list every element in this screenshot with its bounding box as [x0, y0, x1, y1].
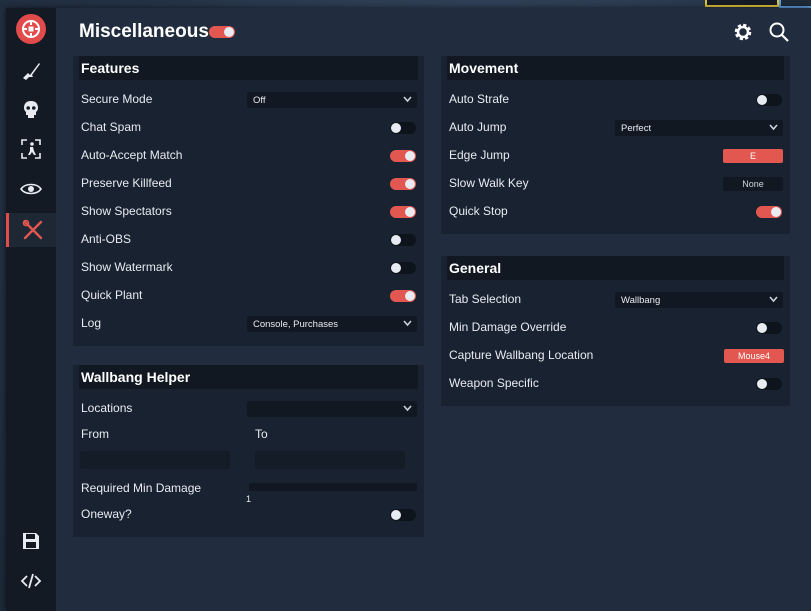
chat-spam-toggle[interactable] [390, 122, 416, 134]
edge-jump-row: Edge Jump E [449, 142, 783, 170]
to-label: To [255, 427, 268, 441]
anti-obs-toggle[interactable] [390, 234, 416, 246]
sidebar-item-legitbot[interactable] [6, 53, 56, 87]
capture-location-row: Capture Wallbang Location Mouse4 [449, 342, 784, 370]
save-icon [21, 531, 41, 551]
preserve-killfeed-toggle[interactable] [390, 178, 416, 190]
chevron-down-icon [403, 96, 412, 103]
capture-location-keybind[interactable]: Mouse4 [724, 349, 784, 363]
min-damage-override-row: Min Damage Override [449, 314, 782, 342]
general-panel: General Tab Selection Wallbang Min Damag… [441, 256, 790, 406]
from-to-row: From To [81, 421, 416, 449]
quick-plant-toggle[interactable] [390, 290, 416, 302]
sidebar-item-scripts[interactable] [6, 564, 56, 598]
from-label: From [81, 427, 109, 441]
gear-icon[interactable] [731, 20, 755, 44]
show-watermark-row: Show Watermark [81, 254, 416, 282]
tab-selection-row: Tab Selection Wallbang [449, 286, 783, 314]
chevron-down-icon [403, 405, 412, 412]
to-input[interactable] [255, 451, 405, 469]
log-select[interactable]: Console, Purchases [247, 316, 417, 332]
main-content: Miscellaneous Features Secure Mode Off C… [56, 8, 811, 611]
log-row: Log Console, Purchases [81, 310, 417, 338]
tab-selection-select[interactable]: Wallbang [615, 292, 783, 308]
oneway-row: Oneway? [81, 501, 416, 529]
slow-walk-keybind[interactable]: None [723, 177, 783, 191]
chevron-down-icon [403, 320, 412, 327]
auto-jump-select[interactable]: Perfect [615, 120, 783, 136]
chat-spam-row: Chat Spam [81, 114, 416, 142]
rifle-icon [20, 59, 42, 81]
auto-strafe-toggle[interactable] [756, 94, 782, 106]
skull-icon [21, 99, 41, 119]
panel-title: General [449, 260, 502, 276]
weapon-specific-toggle[interactable] [756, 378, 782, 390]
panel-title: Wallbang Helper [81, 369, 191, 385]
page-title: Miscellaneous [79, 21, 209, 42]
sidebar [6, 8, 56, 611]
auto-accept-toggle[interactable] [390, 150, 416, 162]
logo-icon [16, 14, 46, 44]
sidebar-item-misc[interactable] [6, 213, 56, 247]
secure-mode-select[interactable]: Off [247, 92, 417, 108]
auto-jump-row: Auto Jump Perfect [449, 114, 783, 142]
player-target-icon [20, 138, 42, 160]
sidebar-item-ragebot[interactable] [6, 92, 56, 126]
preserve-killfeed-row: Preserve Killfeed [81, 170, 416, 198]
menu-window: Miscellaneous Features Secure Mode Off C… [6, 8, 811, 611]
oneway-toggle[interactable] [390, 509, 416, 521]
panel-title: Movement [449, 60, 519, 76]
anti-obs-row: Anti-OBS [81, 226, 416, 254]
panel-title: Features [81, 60, 140, 76]
from-input[interactable] [80, 451, 230, 469]
quick-plant-row: Quick Plant [81, 282, 416, 310]
tools-icon [22, 219, 44, 241]
show-spectators-toggle[interactable] [390, 206, 416, 218]
sidebar-item-players[interactable] [6, 132, 56, 166]
auto-accept-row: Auto-Accept Match [81, 142, 416, 170]
locations-row: Locations [81, 395, 417, 423]
min-damage-row: Required Min Damage 1 [81, 475, 417, 504]
chevron-down-icon [769, 124, 778, 131]
sidebar-item-visuals[interactable] [6, 172, 56, 206]
quick-stop-row: Quick Stop [449, 198, 782, 226]
edge-jump-keybind[interactable]: E [723, 149, 783, 163]
min-damage-slider[interactable] [249, 483, 417, 491]
movement-panel: Movement Auto Strafe Auto Jump Perfect E… [441, 56, 790, 234]
overlay-badge-blue [779, 0, 811, 8]
auto-strafe-row: Auto Strafe [449, 86, 782, 114]
secure-mode-row: Secure Mode Off [81, 86, 417, 114]
code-icon [20, 573, 42, 589]
quick-stop-toggle[interactable] [756, 206, 782, 218]
show-spectators-row: Show Spectators [81, 198, 416, 226]
search-icon[interactable] [767, 20, 791, 44]
weapon-specific-row: Weapon Specific [449, 370, 782, 398]
show-watermark-toggle[interactable] [390, 262, 416, 274]
sidebar-item-configs[interactable] [6, 524, 56, 558]
master-toggle[interactable] [209, 26, 235, 38]
features-panel: Features Secure Mode Off Chat Spam Auto-… [73, 56, 424, 346]
chevron-down-icon [769, 296, 778, 303]
overlay-badge-yellow [705, 0, 779, 7]
wallbang-panel: Wallbang Helper Locations From To Requir… [73, 365, 424, 537]
slow-walk-row: Slow Walk Key None [449, 170, 783, 198]
eye-icon [20, 182, 42, 196]
min-damage-override-toggle[interactable] [756, 322, 782, 334]
locations-select[interactable] [247, 401, 417, 417]
